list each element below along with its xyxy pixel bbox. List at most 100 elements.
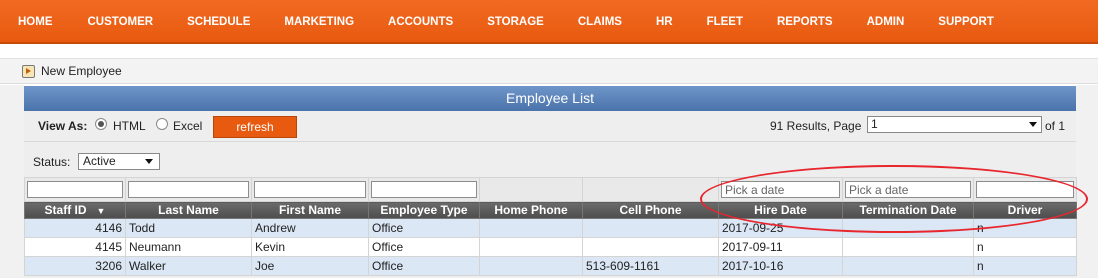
table-row[interactable]: 4145 Neumann Kevin Office 2017-09-11 n bbox=[24, 237, 1077, 257]
view-options-row: View As: HTML Excel refresh 91 Results, … bbox=[24, 112, 1076, 139]
panel-title: Employee List bbox=[24, 86, 1076, 111]
nav-claims[interactable]: CLAIMS bbox=[578, 16, 622, 28]
cell-hire-date: 2017-09-11 bbox=[718, 237, 843, 257]
cell-driver: n bbox=[973, 256, 1077, 276]
view-html-label: HTML bbox=[113, 119, 146, 133]
cell-home-phone bbox=[479, 237, 583, 257]
arrow-right-icon bbox=[22, 64, 35, 78]
col-termination-date[interactable]: Termination Date bbox=[842, 201, 974, 219]
status-select[interactable]: Active bbox=[78, 153, 160, 170]
cell-termination-date bbox=[842, 237, 974, 257]
cell-first-name: Kevin bbox=[251, 237, 369, 257]
cell-cell-phone: 513-609-1161 bbox=[582, 256, 719, 276]
termination-date-filter[interactable] bbox=[845, 181, 971, 198]
nav-support[interactable]: SUPPORT bbox=[938, 16, 994, 28]
new-employee-link[interactable]: New Employee bbox=[22, 64, 122, 78]
cell-home-phone bbox=[479, 256, 583, 276]
nav-schedule[interactable]: SCHEDULE bbox=[187, 16, 250, 28]
nav-marketing[interactable]: MARKETING bbox=[284, 16, 354, 28]
col-staff-id-label: Staff ID bbox=[44, 203, 87, 217]
col-employee-type[interactable]: Employee Type bbox=[368, 201, 480, 219]
cell-staff-id: 4146 bbox=[24, 218, 126, 238]
col-staff-id[interactable]: Staff ID ▼ bbox=[24, 201, 126, 219]
cell-last-name: Neumann bbox=[125, 237, 252, 257]
page-select[interactable]: 1 bbox=[867, 116, 1042, 133]
page-select-value: 1 bbox=[871, 117, 878, 131]
cell-first-name: Joe bbox=[251, 256, 369, 276]
view-html-radio[interactable] bbox=[95, 118, 107, 130]
header-row: Staff ID ▼ Last Name First Name Employee … bbox=[24, 201, 1077, 219]
employee-list-panel: Employee List View As: HTML Excel refres… bbox=[24, 86, 1077, 278]
nav-fleet[interactable]: FLEET bbox=[707, 16, 743, 28]
view-excel-label: Excel bbox=[173, 119, 203, 133]
cell-driver: n bbox=[973, 218, 1077, 238]
view-excel-radio[interactable] bbox=[156, 118, 168, 130]
col-driver[interactable]: Driver bbox=[973, 201, 1077, 219]
nav-reports[interactable]: REPORTS bbox=[777, 16, 833, 28]
first-name-filter[interactable] bbox=[254, 181, 366, 198]
col-cell-phone[interactable]: Cell Phone bbox=[582, 201, 719, 219]
cell-employee-type: Office bbox=[368, 256, 480, 276]
col-first-name[interactable]: First Name bbox=[251, 201, 369, 219]
nav-customer[interactable]: CUSTOMER bbox=[88, 16, 154, 28]
cell-employee-type: Office bbox=[368, 237, 480, 257]
refresh-button[interactable]: refresh bbox=[213, 116, 297, 138]
cell-first-name: Andrew bbox=[251, 218, 369, 238]
results-count: 91 Results, Page bbox=[770, 119, 862, 133]
nav-storage[interactable]: STORAGE bbox=[487, 16, 544, 28]
filter-cell bbox=[842, 177, 974, 202]
cell-staff-id: 4145 bbox=[24, 237, 126, 257]
employee-table: Staff ID ▼ Last Name First Name Employee … bbox=[24, 177, 1077, 276]
last-name-filter[interactable] bbox=[128, 181, 249, 198]
filter-cell bbox=[251, 177, 369, 202]
cell-staff-id: 3206 bbox=[24, 256, 126, 276]
employee-type-filter[interactable] bbox=[371, 181, 477, 198]
left-gutter bbox=[0, 85, 24, 278]
table-row[interactable]: 3206 Walker Joe Office 513-609-1161 2017… bbox=[24, 256, 1077, 276]
nav-hr[interactable]: HR bbox=[656, 16, 673, 28]
table-row[interactable]: 4146 Todd Andrew Office 2017-09-25 n bbox=[24, 218, 1077, 238]
status-select-value: Active bbox=[83, 154, 116, 168]
cell-cell-phone bbox=[582, 237, 719, 257]
col-last-name[interactable]: Last Name bbox=[125, 201, 252, 219]
nav-admin[interactable]: ADMIN bbox=[867, 16, 905, 28]
nav-accounts[interactable]: ACCOUNTS bbox=[388, 16, 453, 28]
page-total: of 1 bbox=[1045, 119, 1066, 133]
filter-cell-empty bbox=[582, 177, 719, 202]
nav-spacer bbox=[0, 44, 1098, 58]
filter-cell bbox=[973, 177, 1077, 202]
cell-termination-date bbox=[842, 218, 974, 238]
filter-cell bbox=[718, 177, 843, 202]
new-employee-label: New Employee bbox=[41, 64, 122, 78]
driver-filter[interactable] bbox=[976, 181, 1074, 198]
filter-cell bbox=[368, 177, 480, 202]
chevron-down-icon bbox=[145, 159, 153, 164]
cell-last-name: Walker bbox=[125, 256, 252, 276]
filter-cell bbox=[125, 177, 252, 202]
cell-termination-date bbox=[842, 256, 974, 276]
table-body: 4146 Todd Andrew Office 2017-09-25 n 414… bbox=[24, 218, 1077, 276]
sort-desc-icon: ▼ bbox=[96, 206, 106, 216]
col-home-phone[interactable]: Home Phone bbox=[479, 201, 583, 219]
cell-hire-date: 2017-10-16 bbox=[718, 256, 843, 276]
filter-cell-empty bbox=[479, 177, 583, 202]
cell-cell-phone bbox=[582, 218, 719, 238]
nav-home[interactable]: HOME bbox=[18, 16, 53, 28]
chevron-down-icon bbox=[1029, 122, 1037, 127]
staff-id-filter[interactable] bbox=[27, 181, 123, 198]
cell-last-name: Todd bbox=[125, 218, 252, 238]
action-bar: New Employee bbox=[0, 58, 1098, 84]
status-filter-row: Status: Active bbox=[24, 142, 1076, 174]
hire-date-filter[interactable] bbox=[721, 181, 840, 198]
cell-hire-date: 2017-09-25 bbox=[718, 218, 843, 238]
right-gutter bbox=[1076, 85, 1098, 278]
filter-cell bbox=[24, 177, 126, 202]
status-label: Status: bbox=[33, 155, 71, 169]
col-hire-date[interactable]: Hire Date bbox=[718, 201, 843, 219]
cell-employee-type: Office bbox=[368, 218, 480, 238]
top-nav: HOME CUSTOMER SCHEDULE MARKETING ACCOUNT… bbox=[0, 0, 1098, 44]
cell-driver: n bbox=[973, 237, 1077, 257]
view-as-label: View As: bbox=[38, 119, 88, 133]
cell-home-phone bbox=[479, 218, 583, 238]
filter-row bbox=[24, 177, 1077, 202]
